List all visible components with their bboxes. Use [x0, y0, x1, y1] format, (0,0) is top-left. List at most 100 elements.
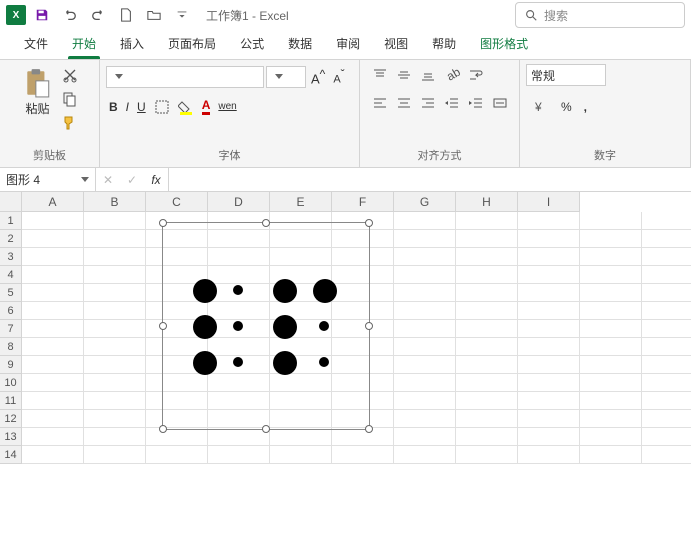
cell[interactable]: [84, 248, 146, 266]
font-name-combo[interactable]: [106, 66, 264, 88]
cell[interactable]: [270, 428, 332, 446]
cell[interactable]: [580, 338, 642, 356]
cell[interactable]: [146, 428, 208, 446]
insert-function-button[interactable]: fx: [144, 168, 168, 192]
cell[interactable]: [394, 446, 456, 464]
row-header[interactable]: 11: [0, 392, 22, 410]
row-header[interactable]: 10: [0, 374, 22, 392]
increase-font-button[interactable]: A^: [308, 64, 328, 89]
cell[interactable]: [84, 302, 146, 320]
cell[interactable]: [146, 446, 208, 464]
cell[interactable]: [456, 410, 518, 428]
phonetic-button[interactable]: wen: [215, 98, 239, 115]
cell[interactable]: [22, 428, 84, 446]
row-header[interactable]: 5: [0, 284, 22, 302]
tab-insert[interactable]: 插入: [108, 29, 156, 59]
cell[interactable]: [22, 320, 84, 338]
cell[interactable]: [580, 392, 642, 410]
cell[interactable]: [84, 428, 146, 446]
open-file-button[interactable]: [142, 3, 166, 27]
align-left-button[interactable]: [369, 92, 391, 114]
cell[interactable]: [332, 446, 394, 464]
cell[interactable]: [642, 392, 691, 410]
cut-button[interactable]: [59, 64, 81, 86]
worksheet[interactable]: ABCDEFGHI 1234567891011121314: [0, 192, 691, 539]
borders-button[interactable]: [151, 96, 173, 118]
cancel-formula-button[interactable]: ✕: [96, 168, 120, 192]
merge-center-button[interactable]: [489, 92, 511, 114]
cell[interactable]: [22, 392, 84, 410]
cell[interactable]: [394, 410, 456, 428]
cell[interactable]: [642, 230, 691, 248]
tab-home[interactable]: 开始: [60, 29, 108, 59]
row-header[interactable]: 4: [0, 266, 22, 284]
number-format-combo[interactable]: 常规: [526, 64, 606, 86]
cell[interactable]: [518, 230, 580, 248]
cell[interactable]: [518, 212, 580, 230]
row-headers[interactable]: 1234567891011121314: [0, 212, 22, 464]
cell[interactable]: [22, 212, 84, 230]
search-box[interactable]: 搜索: [515, 2, 685, 28]
cell[interactable]: [270, 446, 332, 464]
cell[interactable]: [642, 410, 691, 428]
italic-button[interactable]: I: [123, 97, 132, 117]
cell[interactable]: [456, 212, 518, 230]
cell[interactable]: [84, 230, 146, 248]
align-bottom-button[interactable]: [417, 64, 439, 86]
cell[interactable]: [22, 446, 84, 464]
cell[interactable]: [22, 284, 84, 302]
cell[interactable]: [518, 266, 580, 284]
cell[interactable]: [394, 356, 456, 374]
align-top-button[interactable]: [369, 64, 391, 86]
cell[interactable]: [642, 284, 691, 302]
col-header[interactable]: A: [22, 192, 84, 212]
new-file-button[interactable]: [114, 3, 138, 27]
cell[interactable]: [84, 446, 146, 464]
cell[interactable]: [642, 320, 691, 338]
cell[interactable]: [456, 356, 518, 374]
cell[interactable]: [518, 338, 580, 356]
cell[interactable]: [642, 266, 691, 284]
cell[interactable]: [580, 410, 642, 428]
cell[interactable]: [332, 428, 394, 446]
cell[interactable]: [580, 230, 642, 248]
cell[interactable]: [580, 302, 642, 320]
cell[interactable]: [580, 248, 642, 266]
cell[interactable]: [642, 248, 691, 266]
cell[interactable]: [580, 266, 642, 284]
cell[interactable]: [208, 428, 270, 446]
cell[interactable]: [456, 446, 518, 464]
cell[interactable]: [394, 266, 456, 284]
cell[interactable]: [394, 338, 456, 356]
cell[interactable]: [642, 338, 691, 356]
row-header[interactable]: 9: [0, 356, 22, 374]
cell[interactable]: [518, 392, 580, 410]
tab-formulas[interactable]: 公式: [228, 29, 276, 59]
cell[interactable]: [456, 302, 518, 320]
column-headers[interactable]: ABCDEFGHI: [22, 192, 580, 212]
cell[interactable]: [580, 284, 642, 302]
cell[interactable]: [84, 410, 146, 428]
cell[interactable]: [580, 446, 642, 464]
tab-review[interactable]: 审阅: [324, 29, 372, 59]
cell[interactable]: [394, 230, 456, 248]
undo-button[interactable]: [58, 3, 82, 27]
cell[interactable]: [642, 374, 691, 392]
copy-button[interactable]: [59, 88, 81, 110]
cell[interactable]: [518, 320, 580, 338]
align-middle-button[interactable]: [393, 64, 415, 86]
cell[interactable]: [456, 338, 518, 356]
cell[interactable]: [394, 392, 456, 410]
font-size-combo[interactable]: [266, 66, 306, 88]
cell[interactable]: [22, 356, 84, 374]
tab-data[interactable]: 数据: [276, 29, 324, 59]
row-header[interactable]: 6: [0, 302, 22, 320]
cell[interactable]: [518, 374, 580, 392]
cell[interactable]: [456, 374, 518, 392]
align-right-button[interactable]: [417, 92, 439, 114]
col-header[interactable]: C: [146, 192, 208, 212]
orientation-button[interactable]: ab: [441, 64, 463, 86]
comma-format-button[interactable]: ,: [581, 97, 590, 117]
cell[interactable]: [22, 410, 84, 428]
cell[interactable]: [642, 356, 691, 374]
